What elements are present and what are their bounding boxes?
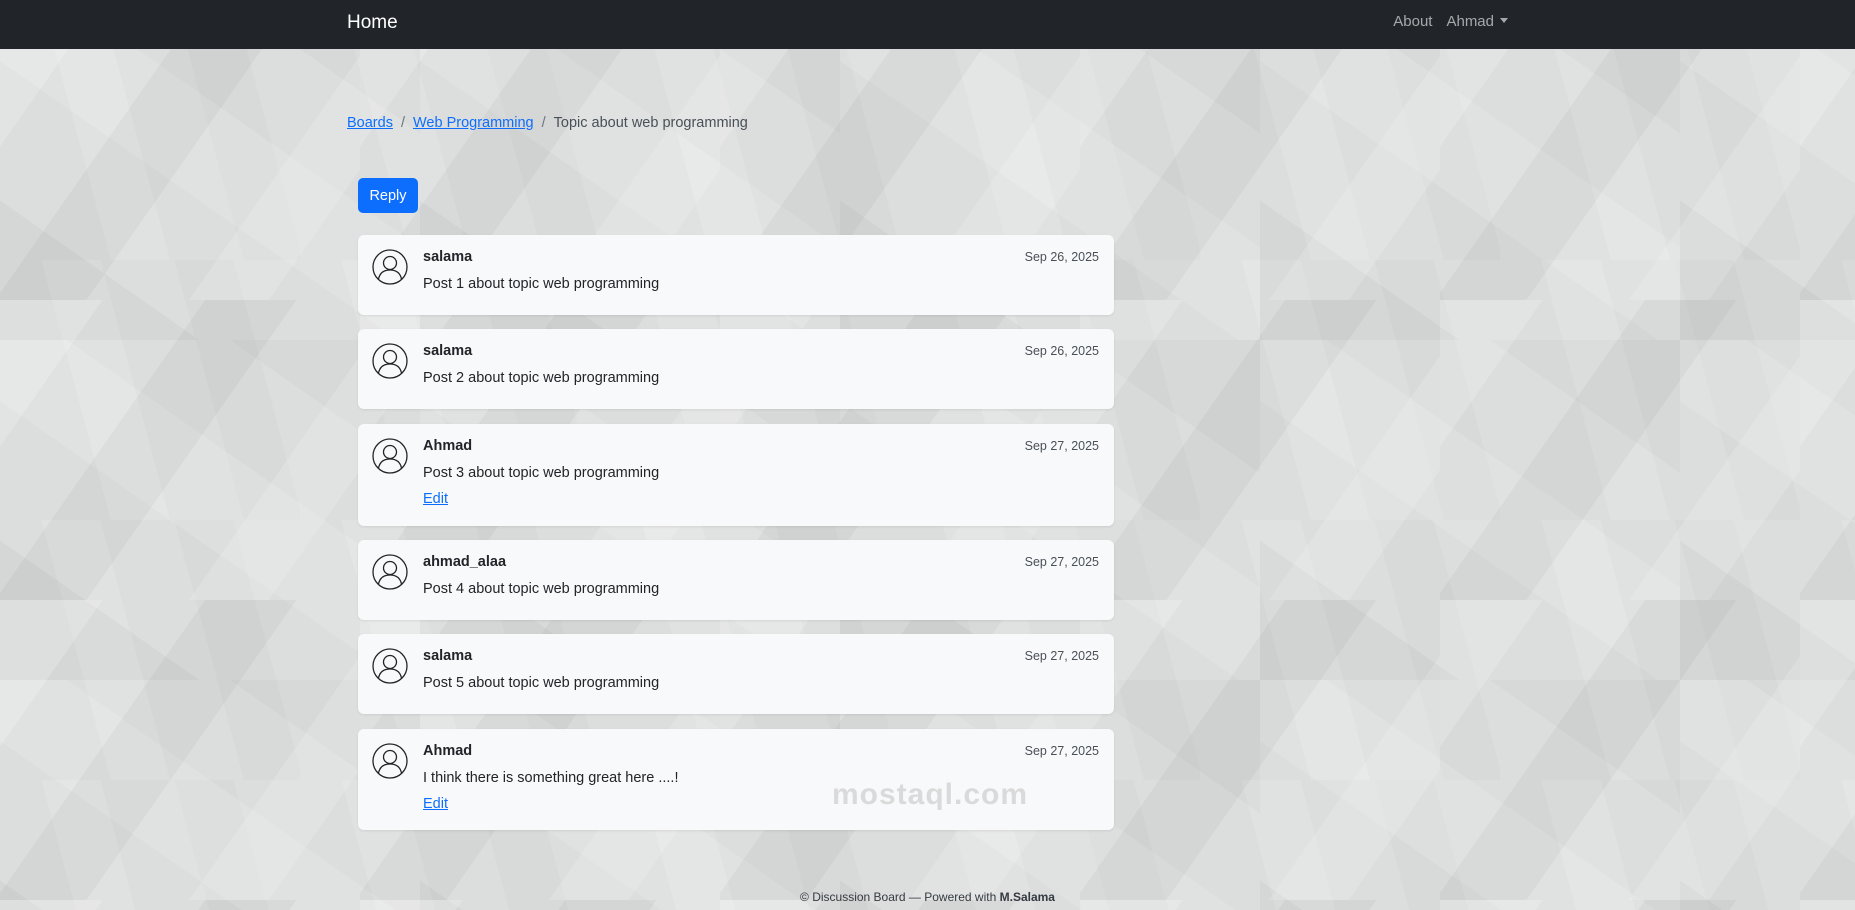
post-author[interactable]: salama [423,343,472,359]
post-message: Post 4 about topic web programming [423,581,660,597]
breadcrumb: Boards / Web Programming / Topic about w… [347,115,748,131]
post-card: salama Sep 26, 2025 Post 1 about topic w… [358,235,1114,315]
post-author[interactable]: salama [423,648,472,664]
user-avatar-icon [372,554,408,590]
user-name: Ahmad [1446,13,1494,30]
about-link[interactable]: About [1393,13,1432,30]
post-date: Sep 26, 2025 [1024,344,1099,358]
footer: © Discussion Board — Powered with M.Sala… [0,890,1855,904]
post-date: Sep 27, 2025 [1024,439,1099,453]
post-date: Sep 27, 2025 [1024,555,1099,569]
post-author[interactable]: salama [423,249,472,265]
breadcrumb-separator: / [400,115,405,131]
home-link[interactable]: Home [347,12,398,34]
watermark: mostaql.com [831,778,1029,811]
edit-post-link[interactable]: Edit [423,491,448,507]
post-author[interactable]: Ahmad [423,438,472,454]
user-avatar-icon [372,249,408,285]
footer-text: © Discussion Board — Powered with [800,890,997,904]
post-date: Sep 27, 2025 [1024,649,1099,663]
post-message: I think there is something great here ..… [423,770,679,786]
user-avatar-icon [372,438,408,474]
post-date: Sep 26, 2025 [1024,250,1099,264]
post-card: salama Sep 27, 2025 Post 5 about topic w… [358,634,1114,714]
user-menu-dropdown[interactable]: Ahmad [1446,13,1508,30]
post-message: Post 1 about topic web programming [423,276,660,292]
navbar-right-links: About Ahmad [1393,13,1508,30]
breadcrumb-separator: / [541,115,546,131]
reply-button[interactable]: Reply [358,178,418,213]
footer-author: M.Salama [999,890,1055,904]
breadcrumb-boards-link[interactable]: Boards [347,115,393,131]
top-navbar: Home About Ahmad [0,0,1855,49]
post-card: Ahmad Sep 27, 2025 Post 3 about topic we… [358,424,1114,526]
post-author[interactable]: ahmad_alaa [423,554,506,570]
post-message: Post 5 about topic web programming [423,675,660,691]
post-author[interactable]: Ahmad [423,743,472,759]
breadcrumb-board-link[interactable]: Web Programming [413,115,534,131]
post-message: Post 2 about topic web programming [423,370,660,386]
caret-down-icon [1500,18,1508,23]
breadcrumb-current-topic: Topic about web programming [553,115,748,131]
user-avatar-icon [372,743,408,779]
post-card: salama Sep 26, 2025 Post 2 about topic w… [358,329,1114,409]
user-avatar-icon [372,343,408,379]
user-avatar-icon [372,648,408,684]
post-message: Post 3 about topic web programming [423,465,660,481]
edit-post-link[interactable]: Edit [423,796,448,812]
post-date: Sep 27, 2025 [1024,744,1099,758]
post-card: ahmad_alaa Sep 27, 2025 Post 4 about top… [358,540,1114,620]
